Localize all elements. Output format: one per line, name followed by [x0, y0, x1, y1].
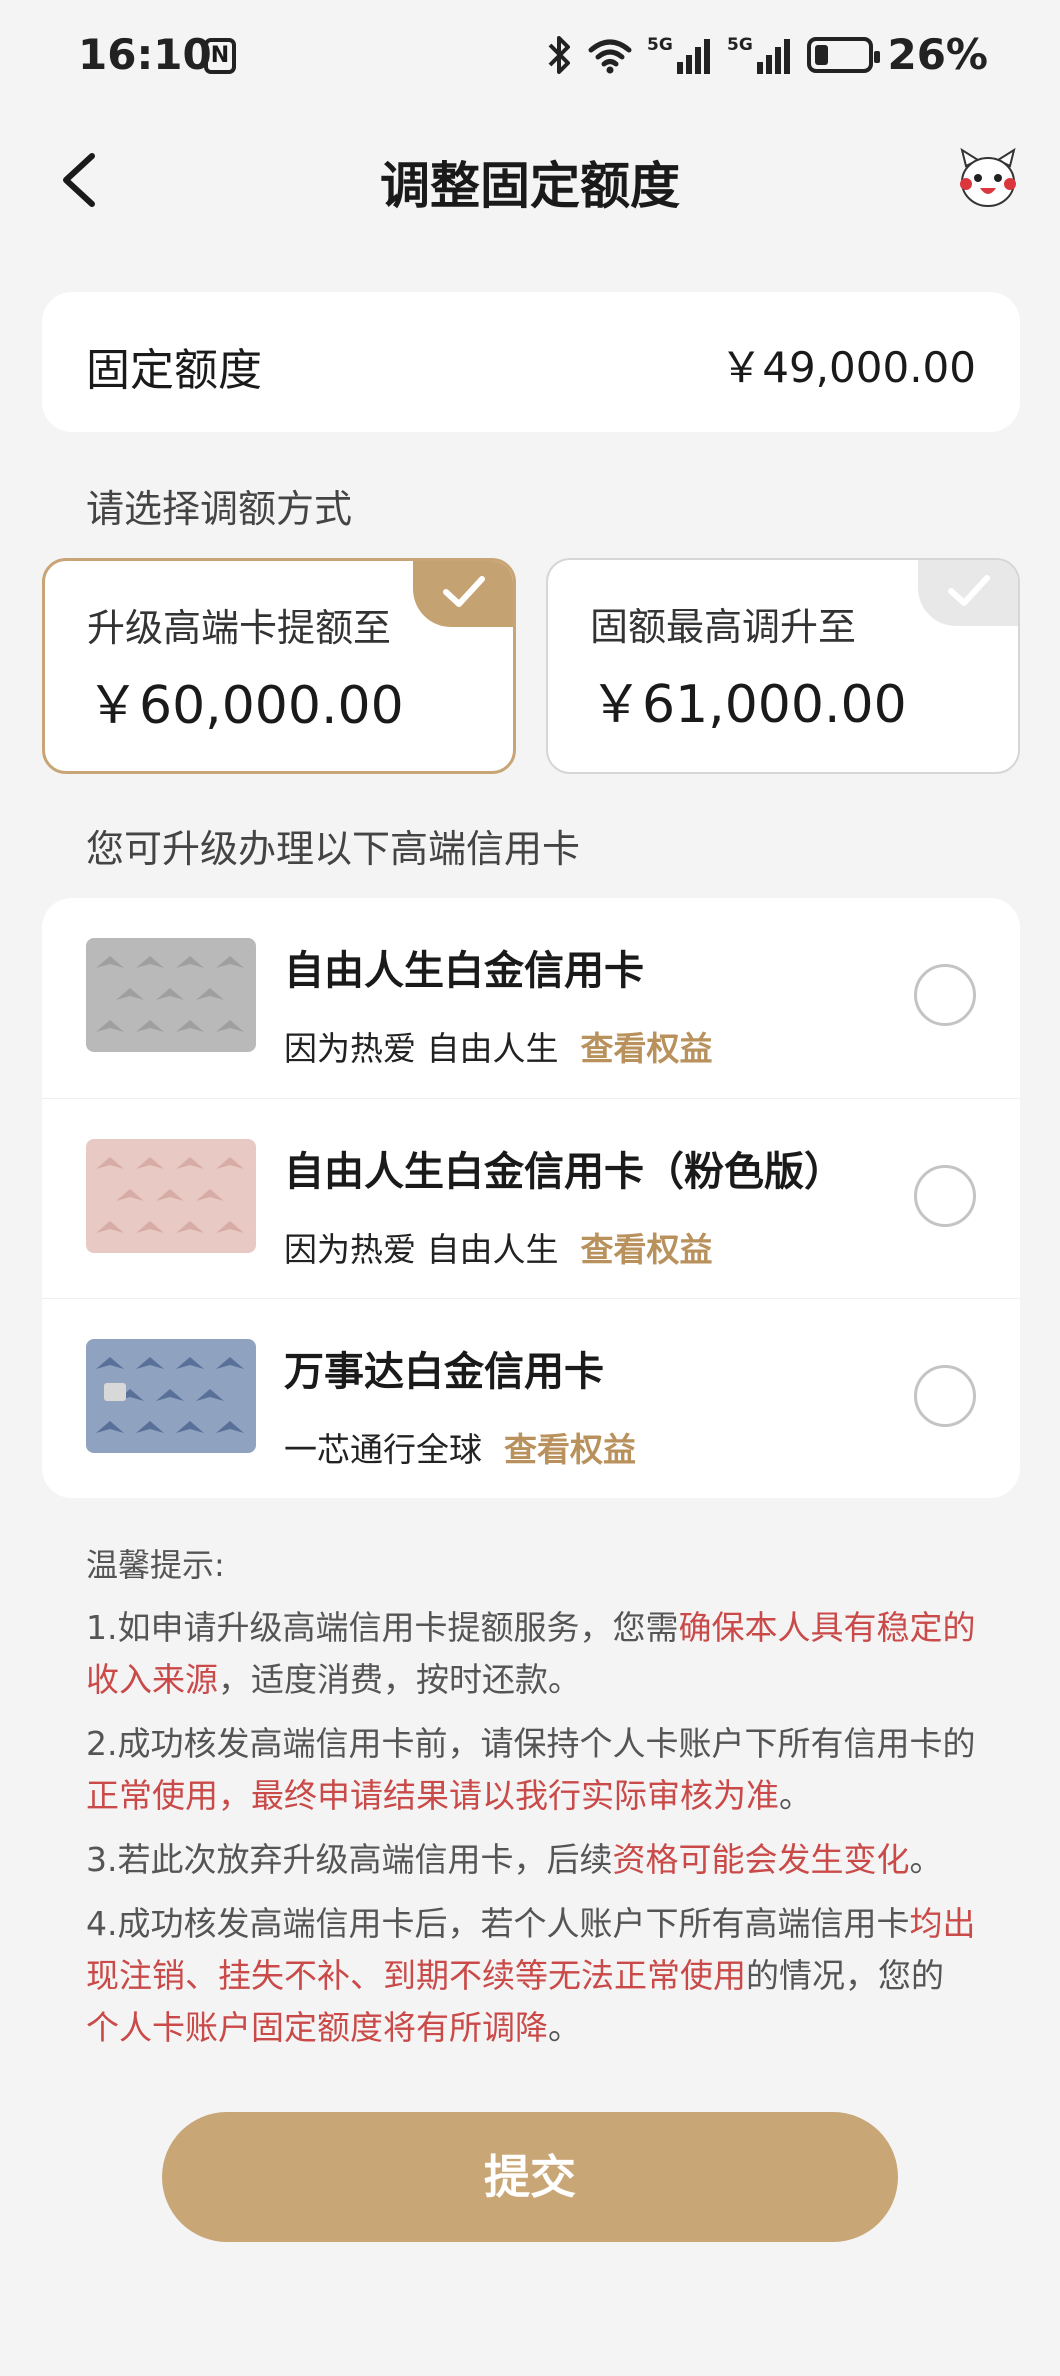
svg-text:5G: 5G: [727, 35, 753, 55]
list-item[interactable]: 自由人生白金信用卡 因为热爱 自由人生 查看权益: [42, 898, 1020, 1098]
card-desc: 因为热爱 自由人生: [284, 1029, 559, 1068]
cards-section-label: 您可升级办理以下高端信用卡: [86, 827, 581, 871]
tip-text: 1.如申请升级高端信用卡提额服务，您需: [86, 1608, 679, 1647]
tip-text: 4.成功核发高端信用卡后，若个人账户下所有高端信用卡: [86, 1904, 910, 1943]
view-benefits-link[interactable]: 查看权益: [581, 1223, 713, 1271]
list-item[interactable]: 自由人生白金信用卡（粉色版） 因为热爱 自由人生 查看权益: [42, 1098, 1020, 1298]
tip-text: 的情况，您的: [746, 1956, 944, 1995]
unselected-check-icon: [918, 560, 1018, 626]
status-icons: 5G 5G 26%: [547, 30, 988, 79]
tips-title: 温馨提示:: [86, 1546, 225, 1584]
tip-text: 。: [548, 2008, 581, 2047]
signal-5g-icon: 5G: [727, 35, 791, 74]
battery-percent: 26%: [887, 30, 988, 79]
selected-check-icon: [413, 561, 513, 627]
card-desc: 因为热爱 自由人生: [284, 1230, 559, 1269]
fixed-limit-label: 固定额度: [86, 345, 262, 396]
wifi-icon: [588, 39, 632, 73]
tip-2: 2.成功核发高端信用卡前，请保持个人卡账户下所有信用卡的正常使用，最终申请结果请…: [86, 1718, 976, 1822]
credit-card-list: 自由人生白金信用卡 因为热爱 自由人生 查看权益 自由人生白金信用卡（粉色版） …: [42, 898, 1020, 1498]
status-bar: 16:10 N 5G 5G 26%: [0, 0, 1060, 116]
option-fixed-raise[interactable]: 固额最高调升至 ￥61,000.00: [546, 558, 1020, 774]
credit-card-image: [86, 938, 256, 1052]
tip-text: 2.成功核发高端信用卡前，请保持个人卡账户下所有信用卡的: [86, 1724, 976, 1763]
tip-text: 3.若此次放弃升级高端信用卡，后续: [86, 1840, 613, 1879]
nfc-icon: N: [204, 38, 236, 74]
radio-button[interactable]: [914, 1165, 976, 1227]
signal-5g-icon: 5G: [647, 35, 711, 74]
option-upgrade-card[interactable]: 升级高端卡提额至 ￥60,000.00: [42, 558, 516, 774]
option-title: 升级高端卡提额至: [87, 606, 392, 650]
tip-highlight: 资格可能会发生变化: [612, 1840, 910, 1879]
tip-text: ，适度消费，按时还款。: [218, 1660, 581, 1699]
option-value: ￥60,000.00: [87, 676, 404, 736]
mascot-icon[interactable]: [952, 144, 1024, 216]
method-section-label: 请选择调额方式: [86, 487, 353, 531]
tip-text: 。: [779, 1776, 812, 1815]
option-title: 固额最高调升至: [590, 605, 857, 649]
fixed-limit-value: ￥49,000.00: [720, 343, 976, 392]
credit-card-image: [86, 1339, 256, 1453]
radio-button[interactable]: [914, 1365, 976, 1427]
radio-button[interactable]: [914, 964, 976, 1026]
page-title: 调整固定额度: [380, 157, 680, 215]
view-benefits-link[interactable]: 查看权益: [504, 1423, 636, 1471]
tip-1: 1.如申请升级高端信用卡提额服务，您需确保本人具有稳定的收入来源，适度消费，按时…: [86, 1602, 976, 1706]
nav-bar: 调整固定额度: [0, 120, 1060, 240]
bluetooth-icon: [549, 35, 571, 74]
credit-card-image: [86, 1139, 256, 1253]
status-time: 16:10: [78, 30, 212, 79]
submit-button[interactable]: 提交: [162, 2112, 898, 2242]
tip-4: 4.成功核发高端信用卡后，若个人账户下所有高端信用卡均出现注销、挂失不补、到期不…: [86, 1898, 976, 2054]
tip-text: 。: [909, 1840, 943, 1879]
card-name: 自由人生白金信用卡（粉色版）: [284, 1149, 844, 1195]
card-subtitle: 因为热爱 自由人生 查看权益: [284, 1022, 713, 1070]
view-benefits-link[interactable]: 查看权益: [581, 1022, 713, 1070]
card-name: 万事达白金信用卡: [284, 1349, 604, 1395]
card-name: 自由人生白金信用卡: [284, 948, 644, 994]
option-value: ￥61,000.00: [590, 675, 907, 735]
tip-3: 3.若此次放弃升级高端信用卡，后续资格可能会发生变化。: [86, 1834, 976, 1886]
battery-fill: [815, 44, 829, 65]
card-desc: 一芯通行全球: [284, 1430, 482, 1469]
fixed-limit-card: 固定额度 ￥49,000.00: [42, 292, 1020, 432]
tip-highlight: 正常使用，最终申请结果请以我行实际审核为准: [86, 1776, 779, 1815]
battery-tip: [874, 50, 881, 63]
card-subtitle: 一芯通行全球 查看权益: [284, 1423, 636, 1471]
battery-icon: [807, 36, 881, 73]
svg-text:5G: 5G: [647, 35, 673, 55]
list-item[interactable]: 万事达白金信用卡 一芯通行全球 查看权益: [42, 1298, 1020, 1498]
tip-highlight: 个人卡账户固定额度将有所调降: [86, 2008, 548, 2047]
card-subtitle: 因为热爱 自由人生 查看权益: [284, 1223, 713, 1271]
